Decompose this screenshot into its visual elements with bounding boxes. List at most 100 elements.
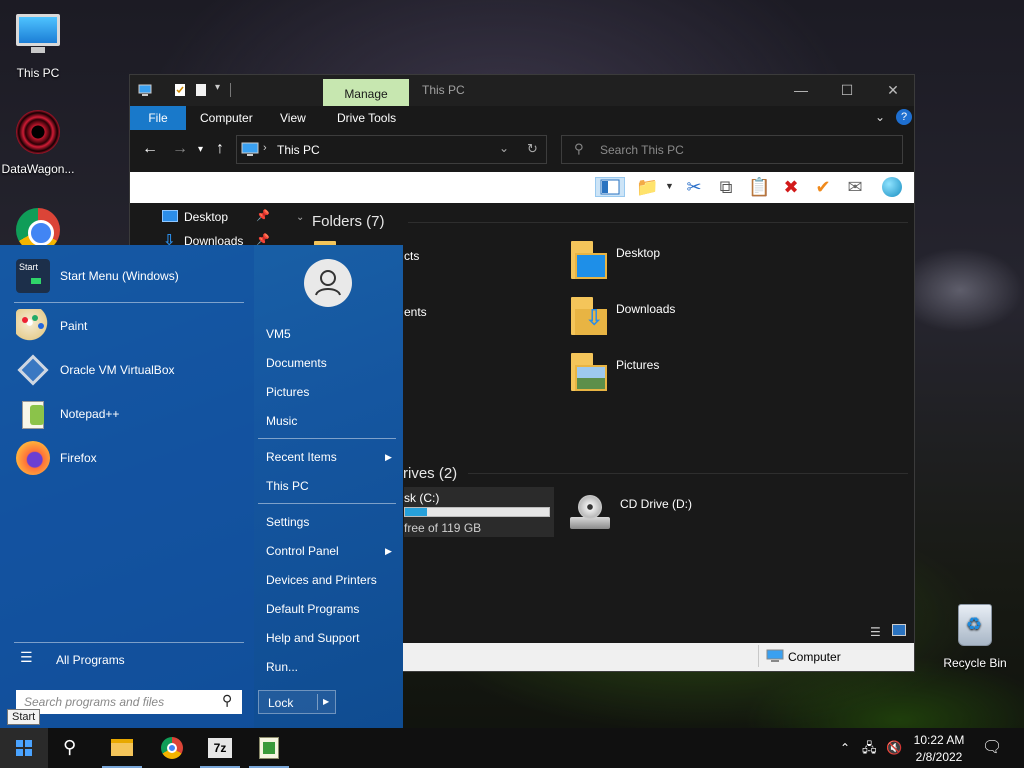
start-item-user[interactable]: VM5 [266,327,291,341]
taskbar-app[interactable] [245,728,293,768]
show-hidden-icons[interactable]: ⌃ [840,728,850,768]
pin-icon[interactable]: 📌 [256,209,270,222]
folder-item-desktop[interactable]: Desktop [571,241,711,285]
start-item-music[interactable]: Music [266,414,297,428]
drive-item-d[interactable]: CD Drive (D:) [564,493,714,537]
start-item-recent-items[interactable]: Recent Items [266,450,337,464]
start-search-box[interactable]: Search programs and files ⚲ [16,690,242,714]
desktop-icon-recycle-bin[interactable]: Recycle Bin [937,602,1013,670]
expand-ribbon-icon[interactable]: ⌄ [875,110,885,124]
ribbon-tabs: File Computer View Drive Tools ⌄ ? [130,106,914,130]
app-paint[interactable]: Paint [14,307,244,347]
all-programs-button[interactable]: ☰ All Programs [14,647,244,671]
taskbar-7zip[interactable]: 7z [196,728,244,768]
app-icon [259,737,279,759]
folder-item-downloads[interactable]: ⇩ Downloads [571,297,711,341]
start-item-documents[interactable]: Documents [266,356,327,370]
lock-button[interactable]: Lock ▶ [258,690,336,714]
delete-icon[interactable]: ✖ [780,177,802,197]
network-icon[interactable]: 🖧 [862,728,877,768]
folder-item-pictures[interactable]: Pictures [571,353,711,397]
drive-item-c[interactable]: sk (C:) free of 119 GB [404,487,554,537]
start-item-default-programs[interactable]: Default Programs [266,602,359,616]
globe-icon[interactable] [882,177,904,197]
start-item-this-pc[interactable]: This PC [266,479,309,493]
start-item-devices-and-printers[interactable]: Devices and Printers [266,573,377,587]
start-item-settings[interactable]: Settings [266,515,309,529]
preview-pane-icon[interactable] [595,177,625,197]
paste-icon[interactable]: 📋 [748,177,770,197]
properties-icon[interactable]: ✉ [844,177,866,197]
this-pc-icon [241,142,259,156]
app-label: Paint [60,319,88,333]
rename-check-icon[interactable]: ✔ [812,177,834,197]
desktop-icon-datawagon[interactable]: DataWagon... [0,108,76,176]
minimize-button[interactable]: — [778,75,824,106]
customize-qat-icon[interactable]: ▾ [215,82,220,93]
forward-icon[interactable]: → [172,140,188,158]
taskbar-chrome[interactable] [148,728,196,768]
app-start-menu[interactable]: Start Start Menu (Windows) [14,257,244,297]
recycle-bin-icon [951,604,999,652]
start-menu-app-icon: Start [16,259,50,293]
address-bar[interactable]: › This PC ⌄ ↻ [236,135,547,164]
title-bar[interactable]: ▾ Manage This PC — ☐ ✕ [130,75,914,106]
tab-file[interactable]: File [130,106,186,130]
folder-options-icon[interactable]: 📁 [636,177,658,197]
new-folder-icon[interactable] [194,83,208,97]
search-icon[interactable]: ⚲ [222,692,232,709]
separator [258,438,396,439]
maximize-button[interactable]: ☐ [824,75,870,106]
start-item-pictures[interactable]: Pictures [266,385,309,399]
user-avatar[interactable] [304,259,352,307]
computer-icon [766,649,784,662]
properties-icon[interactable] [173,83,187,97]
group-header-folders[interactable]: Folders (7) [312,213,385,230]
desktop-folder-icon [571,241,607,279]
tab-view[interactable]: View [266,106,320,130]
desktop-icon-label: DataWagon... [1,162,75,176]
large-icons-view-icon[interactable] [892,624,906,636]
volume-muted-icon[interactable]: 🔇 [886,728,902,768]
group-header-drives[interactable]: rives (2) [403,465,457,482]
copy-icon[interactable]: ⧉ [715,177,737,197]
up-icon[interactable]: ↑ [216,140,224,158]
close-button[interactable]: ✕ [870,75,916,106]
search-button[interactable]: ⚲ [48,728,96,768]
search-box[interactable]: ⚲ Search This PC [561,135,903,164]
start-item-run[interactable]: Run... [266,660,298,674]
refresh-icon[interactable]: ↻ [527,141,538,157]
nav-item-desktop[interactable]: Desktop 📌 [162,207,272,227]
collapse-group-icon[interactable]: ⌄ [296,212,304,223]
action-center-icon[interactable]: 🗨 [982,728,1002,768]
tab-drive-tools[interactable]: Drive Tools [323,106,410,130]
start-button[interactable] [0,728,48,768]
file-explorer-icon [111,739,133,756]
start-item-control-panel[interactable]: Control Panel [266,544,339,558]
folder-label: ents [404,305,427,319]
taskbar-file-explorer[interactable] [98,728,146,768]
app-virtualbox[interactable]: Oracle VM VirtualBox [14,351,244,391]
address-dropdown-icon[interactable]: ⌄ [499,141,509,155]
clock[interactable]: 10:22 AM 2/8/2022 [908,728,970,768]
start-item-help-and-support[interactable]: Help and Support [266,631,359,645]
nav-item-label: Desktop [184,210,229,224]
tab-manage[interactable]: Manage [323,79,409,106]
app-notepadpp[interactable]: Notepad++ [14,395,244,435]
desktop-icon-this-pc[interactable]: This PC [0,10,76,80]
details-view-icon[interactable]: ☰ [870,625,881,639]
help-icon[interactable]: ? [896,109,912,125]
search-input[interactable]: Search This PC [600,143,684,157]
dropdown-arrow-icon[interactable]: ▼ [665,181,674,191]
all-programs-label: All Programs [56,653,125,667]
lock-options-arrow-icon[interactable]: ▶ [323,697,329,706]
breadcrumb-this-pc[interactable]: This PC [277,143,320,157]
desktop-folder-icon [162,210,178,222]
start-search-input[interactable]: Search programs and files [24,695,164,709]
cut-icon[interactable]: ✂ [683,177,705,197]
recent-locations-icon[interactable]: ▾ [198,144,203,155]
back-icon[interactable]: ← [142,140,158,158]
app-firefox[interactable]: Firefox [14,439,244,479]
search-icon: ⚲ [63,737,77,757]
tab-computer[interactable]: Computer [186,106,267,130]
